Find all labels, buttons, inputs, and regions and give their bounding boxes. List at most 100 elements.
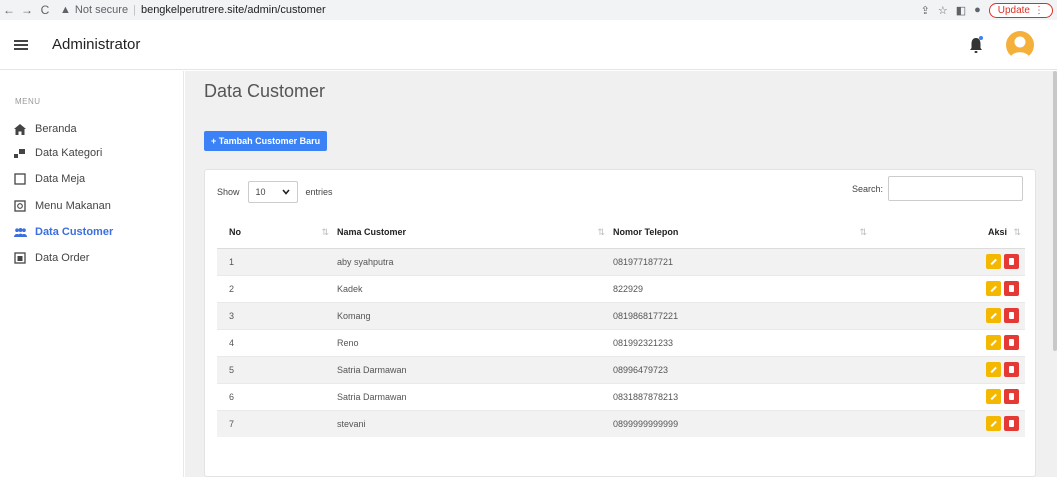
profile-icon[interactable]: ● (974, 4, 981, 16)
edit-icon[interactable] (986, 389, 1001, 404)
address-bar[interactable]: ▲ Not secure | bengkelperutrere.site/adm… (60, 2, 326, 18)
delete-icon[interactable] (1004, 389, 1019, 404)
sort-icon: ⇅ (321, 227, 329, 237)
entries-select[interactable]: 10 (247, 181, 298, 203)
browser-toolbar: ← → C ▲ Not secure | bengkelperutrere.si… (0, 0, 1057, 20)
delete-icon[interactable] (1004, 308, 1019, 323)
table-row: 2 Kadek 822929 (217, 274, 1025, 302)
cell-actions (953, 355, 1025, 383)
column-header-nomor-telepon[interactable]: Nomor Telepon ⇅ (613, 216, 953, 249)
cell-phone: 0819868177221 (613, 301, 953, 329)
sidebar-item-data-order[interactable]: Data Order (13, 249, 89, 267)
home-icon (13, 122, 27, 136)
sidebar-item-label: Data Order (35, 252, 90, 264)
notification-bell-icon[interactable] (968, 36, 984, 54)
entries-control: Show 10 entries (217, 180, 333, 204)
cell-no: 2 (217, 274, 337, 302)
delete-icon[interactable] (1004, 335, 1019, 350)
cell-no: 7 (217, 409, 337, 437)
cell-phone: 08996479723 (613, 355, 953, 383)
edit-icon[interactable] (986, 308, 1001, 323)
cell-name: Satria Darmawan (337, 382, 613, 410)
entries-label: entries (305, 187, 333, 197)
reload-icon[interactable]: C (36, 3, 54, 17)
edit-icon[interactable] (986, 416, 1001, 432)
delete-icon[interactable] (1004, 281, 1019, 296)
side-panel-icon[interactable]: ◧ (956, 4, 966, 17)
cell-actions (953, 247, 1025, 275)
back-icon[interactable]: ← (0, 3, 18, 17)
table-row: 3 Komang 0819868177221 (217, 301, 1025, 329)
sidebar-item-label: Data Customer (35, 226, 114, 238)
address-separator: | (133, 4, 136, 16)
sidebar-item-data-kategori[interactable]: Data Kategori (13, 144, 102, 162)
sidebar-item-beranda[interactable]: Beranda (13, 120, 77, 138)
table-row: 5 Satria Darmawan 08996479723 (217, 355, 1025, 383)
sidebar: MENU Beranda Data Kategori Data Meja Men… (0, 71, 184, 477)
browser-actions: ⇪ ☆ ◧ ● Update ⋮ (921, 0, 1057, 20)
edit-icon[interactable] (986, 362, 1001, 377)
sidebar-item-menu-makanan[interactable]: Menu Makanan (13, 197, 111, 215)
cell-phone: 081992321233 (613, 328, 953, 356)
sidebar-item-data-customer[interactable]: Data Customer (13, 223, 113, 241)
entries-value: 10 (255, 187, 266, 197)
table-header-row: No ⇅ Nama Customer ⇅ Nomor Telepon ⇅ Aksi ⇅ (217, 216, 1025, 249)
delete-icon[interactable] (1004, 362, 1019, 377)
column-header-nama-customer[interactable]: Nama Customer ⇅ (337, 216, 613, 249)
table-icon (13, 172, 27, 186)
page-scrollbar[interactable] (1053, 71, 1057, 351)
app-header: Administrator (0, 20, 1057, 70)
table-row: 4 Reno 081992321233 (217, 328, 1025, 356)
search-control: Search: (852, 176, 1023, 201)
cell-phone: 081977187721 (613, 247, 953, 275)
delete-icon[interactable] (1004, 416, 1019, 432)
cell-name: aby syahputra (337, 247, 613, 275)
sidebar-item-label: Beranda (35, 123, 77, 135)
table-row: 6 Satria Darmawan 0831887878213 (217, 382, 1025, 410)
column-header-aksi[interactable]: Aksi ⇅ (953, 216, 1025, 249)
page-title: Data Customer (204, 81, 326, 101)
column-header-label: No (229, 226, 241, 237)
edit-icon[interactable] (986, 335, 1001, 350)
cell-phone: 0831887878213 (613, 382, 953, 410)
cell-name: Komang (337, 301, 613, 329)
cell-no: 4 (217, 328, 337, 356)
delete-icon[interactable] (1004, 254, 1019, 269)
security-status: Not secure (74, 4, 129, 16)
sidebar-item-label: Data Kategori (35, 147, 103, 159)
chevron-down-icon (281, 187, 290, 197)
bookmark-star-icon[interactable]: ☆ (938, 4, 948, 17)
url-text: bengkelperutrere.site/admin/customer (140, 4, 326, 16)
column-header-no[interactable]: No ⇅ (217, 216, 337, 249)
sort-icon: ⇅ (1013, 227, 1021, 237)
hamburger-menu-icon[interactable] (14, 39, 28, 50)
more-options-icon: ⋮ (1034, 4, 1044, 16)
sidebar-item-label: Menu Makanan (35, 200, 111, 212)
cell-name: Kadek (337, 274, 613, 302)
share-icon[interactable]: ⇪ (921, 4, 930, 17)
cell-no: 3 (217, 301, 337, 329)
update-button[interactable]: Update ⋮ (988, 2, 1053, 18)
warning-icon: ▲ (60, 4, 71, 16)
cell-actions (953, 274, 1025, 302)
food-menu-icon (13, 199, 27, 213)
sidebar-item-data-meja[interactable]: Data Meja (13, 170, 85, 188)
edit-icon[interactable] (986, 281, 1001, 296)
users-icon (13, 225, 27, 239)
column-header-label: Aksi (987, 226, 1007, 237)
cell-actions (953, 382, 1025, 410)
cell-actions (953, 301, 1025, 329)
search-label: Search: (851, 183, 883, 194)
cell-name: Satria Darmawan (337, 355, 613, 383)
show-label: Show (217, 187, 240, 197)
add-customer-button[interactable]: + Tambah Customer Baru (204, 131, 328, 151)
menu-heading: MENU (15, 97, 41, 106)
edit-icon[interactable] (986, 254, 1001, 269)
cell-name: Reno (337, 328, 613, 356)
search-input[interactable] (888, 176, 1023, 201)
column-header-label: Nama Customer (337, 226, 407, 237)
user-avatar[interactable] (1006, 31, 1034, 59)
cell-actions (953, 409, 1025, 437)
forward-icon[interactable]: → (18, 3, 36, 17)
cell-phone: 822929 (613, 274, 953, 302)
